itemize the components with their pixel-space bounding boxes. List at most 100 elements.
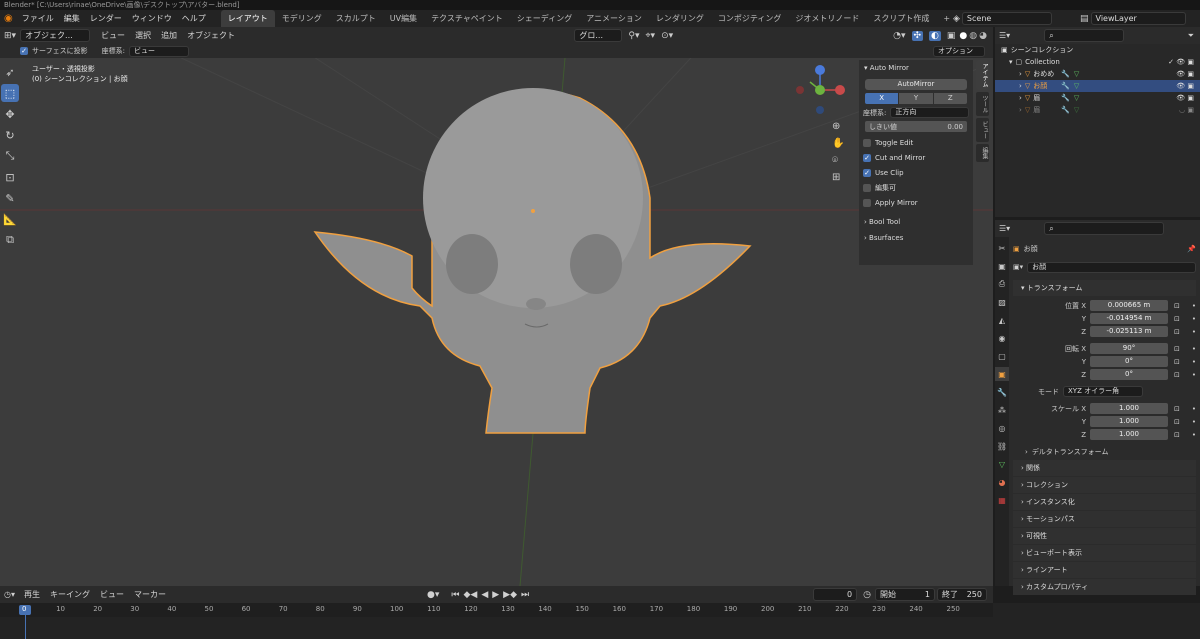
outliner-search[interactable]: ⌕ xyxy=(1044,29,1125,42)
expand-icon[interactable]: ▾ xyxy=(1009,56,1013,68)
next-keyframe-icon[interactable]: ▶◆ xyxy=(503,590,517,600)
automirror-button[interactable]: AutoMirror xyxy=(865,79,967,90)
clock-icon[interactable]: ◷ xyxy=(863,590,871,600)
viewport-display-panel[interactable]: › ビューポート表示 xyxy=(1013,545,1196,561)
expand-icon[interactable]: › xyxy=(1019,80,1022,92)
play-reverse-icon[interactable]: ◀ xyxy=(481,590,488,600)
delta-transform-panel[interactable]: › デルタトランスフォーム xyxy=(1013,445,1196,459)
threshold-field[interactable]: しきい値 0.00 xyxy=(865,121,967,132)
outliner-editor-icon[interactable]: ☰▾ xyxy=(995,31,1014,40)
viewlayer-field[interactable]: ViewLayer xyxy=(1090,12,1186,25)
rotate-tool-icon[interactable]: ↻ xyxy=(1,126,19,144)
filter-icon[interactable]: ⏷ xyxy=(1188,31,1194,41)
timeline-area[interactable]: 0 10 20 30 40 50 60 70 80 90 100 110 120 130 140 150 160… xyxy=(0,603,1200,639)
axis-z-button[interactable]: Z xyxy=(933,93,967,104)
menu-window[interactable]: ウィンドウ xyxy=(127,10,177,27)
outliner-item-face[interactable]: › ▽ お顔 🔧 ▽ 👁 ▣ xyxy=(995,80,1200,92)
menu-help[interactable]: ヘルプ xyxy=(177,10,211,27)
collection-tab-icon[interactable]: ▢ xyxy=(995,349,1009,363)
scene-collection-row[interactable]: ▣ シーンコレクション xyxy=(995,44,1200,56)
shading-rendered-icon[interactable]: ◕ xyxy=(979,31,987,41)
tab-compositing[interactable]: コンポジティング xyxy=(711,10,789,27)
editable-checkbox[interactable]: 編集可 xyxy=(859,180,973,195)
constraints-tab-icon[interactable]: ⛓ xyxy=(995,439,1009,453)
location-z-field[interactable]: -0.025113 m xyxy=(1090,326,1168,337)
visibility-panel[interactable]: › 可視性 xyxy=(1013,528,1196,544)
modifier-tab-icon[interactable]: 🔧 xyxy=(995,385,1009,399)
world-tab-icon[interactable]: ◉ xyxy=(995,331,1009,345)
measure-tool-icon[interactable]: 📐 xyxy=(1,210,19,228)
menu-object[interactable]: オブジェクト xyxy=(182,27,240,44)
tab-modeling[interactable]: モデリング xyxy=(275,10,329,27)
expand-icon[interactable]: › xyxy=(1019,92,1022,104)
lock-icon[interactable]: ⊡ xyxy=(1174,371,1180,379)
shading-material-icon[interactable]: ◍ xyxy=(969,31,977,41)
axis-y-button[interactable]: Y xyxy=(899,93,933,104)
play-icon[interactable]: ▶ xyxy=(492,590,499,600)
output-tab-icon[interactable]: ⎙ xyxy=(995,277,1009,291)
tab-view[interactable]: ビュー xyxy=(976,118,989,142)
properties-search[interactable]: ⌕ xyxy=(1044,222,1165,235)
lock-icon[interactable]: ⊡ xyxy=(1174,418,1180,426)
properties-editor-icon[interactable]: ☰▾ xyxy=(995,224,1014,233)
blender-logo-icon[interactable]: ◉ xyxy=(0,13,17,24)
view-layer-tab-icon[interactable]: ▨ xyxy=(995,295,1009,309)
location-y-field[interactable]: -0.014954 m xyxy=(1090,313,1168,324)
outliner-item-brow-2[interactable]: › ▽ 眉 🔧 ▽ ◡ ▣ xyxy=(995,104,1200,116)
menu-marker[interactable]: マーカー xyxy=(129,586,171,603)
collections-panel[interactable]: › コレクション xyxy=(1013,477,1196,493)
options-dropdown[interactable]: オプション xyxy=(933,45,985,57)
coord-dropdown[interactable]: ビュー xyxy=(128,45,189,57)
end-frame-field[interactable]: 終了 250 xyxy=(937,588,987,601)
jump-end-icon[interactable]: ⏭ xyxy=(521,590,529,600)
scene-tab-icon[interactable]: ◭ xyxy=(995,313,1009,327)
start-frame-field[interactable]: 開始 1 xyxy=(875,588,935,601)
timeline-editor-icon[interactable]: ◷▾ xyxy=(0,590,19,599)
move-tool-icon[interactable]: ✥ xyxy=(1,105,19,123)
select-box-tool-icon[interactable]: ⬚ xyxy=(1,84,19,102)
add-cube-tool-icon[interactable]: ⧉ xyxy=(1,231,19,249)
orientation-dropdown[interactable]: 正方向 xyxy=(890,107,969,118)
tab-layout[interactable]: レイアウト xyxy=(220,10,275,27)
render-tab-icon[interactable]: ▣ xyxy=(995,259,1009,273)
tab-texture-paint[interactable]: テクスチャペイント xyxy=(424,10,510,27)
texture-tab-icon[interactable]: ▦ xyxy=(995,493,1009,507)
expand-icon[interactable]: › xyxy=(1019,68,1022,80)
rotation-z-field[interactable]: 0° xyxy=(1090,369,1168,380)
lock-icon[interactable]: ⊡ xyxy=(1174,345,1180,353)
material-tab-icon[interactable]: ◕ xyxy=(995,475,1009,489)
motion-paths-panel[interactable]: › モーションパス xyxy=(1013,511,1196,527)
menu-keying[interactable]: キーイング xyxy=(45,586,95,603)
snap-surface-checkbox[interactable]: ✓ xyxy=(20,47,28,55)
bsurfaces-panel[interactable]: › Bsurfaces xyxy=(859,230,973,246)
mode-dropdown[interactable]: オブジェク... xyxy=(20,29,91,42)
menu-file[interactable]: ファイル xyxy=(17,10,59,27)
transform-tool-icon[interactable]: ⊡ xyxy=(1,168,19,186)
menu-timeline-view[interactable]: ビュー xyxy=(95,586,129,603)
apply-mirror-checkbox[interactable]: Apply Mirror xyxy=(859,195,973,210)
visibility-eye-icon[interactable]: ✓ 👁 ▣ xyxy=(1168,56,1194,68)
menu-add[interactable]: 追加 xyxy=(156,27,182,44)
outliner-item-eyes[interactable]: › ▽ おめめ 🔧 ▽ 👁 ▣ xyxy=(995,68,1200,80)
axis-x-button[interactable]: X xyxy=(865,93,899,104)
prev-keyframe-icon[interactable]: ◆◀ xyxy=(463,590,477,600)
tab-animation[interactable]: アニメーション xyxy=(579,10,649,27)
camera-icon[interactable]: ⌾ xyxy=(832,152,844,169)
physics-tab-icon[interactable]: ◎ xyxy=(995,421,1009,435)
transform-panel-header[interactable]: ▾ トランスフォーム xyxy=(1013,280,1196,296)
tab-rendering[interactable]: レンダリング xyxy=(649,10,711,27)
record-icon[interactable]: ●▾ xyxy=(427,590,439,600)
scale-z-field[interactable]: 1.000 xyxy=(1090,429,1168,440)
object-origin[interactable] xyxy=(531,209,535,213)
object-tab-icon[interactable]: ▣ xyxy=(995,367,1009,381)
menu-edit[interactable]: 編集 xyxy=(59,10,85,27)
tool-tab-icon[interactable]: ✂ xyxy=(995,241,1009,255)
tab-scripting[interactable]: スクリプト作成 xyxy=(866,10,936,27)
use-clip-checkbox[interactable]: ✓ Use Clip xyxy=(859,165,973,180)
editor-type-icon[interactable]: ⊞▾ xyxy=(0,31,20,41)
navigation-gizmo[interactable] xyxy=(792,62,852,122)
menu-select[interactable]: 選択 xyxy=(130,27,156,44)
rotation-y-field[interactable]: 0° xyxy=(1090,356,1168,367)
cut-and-mirror-checkbox[interactable]: ✓ Cut and Mirror xyxy=(859,150,973,165)
tab-tool[interactable]: ツール xyxy=(976,92,989,116)
